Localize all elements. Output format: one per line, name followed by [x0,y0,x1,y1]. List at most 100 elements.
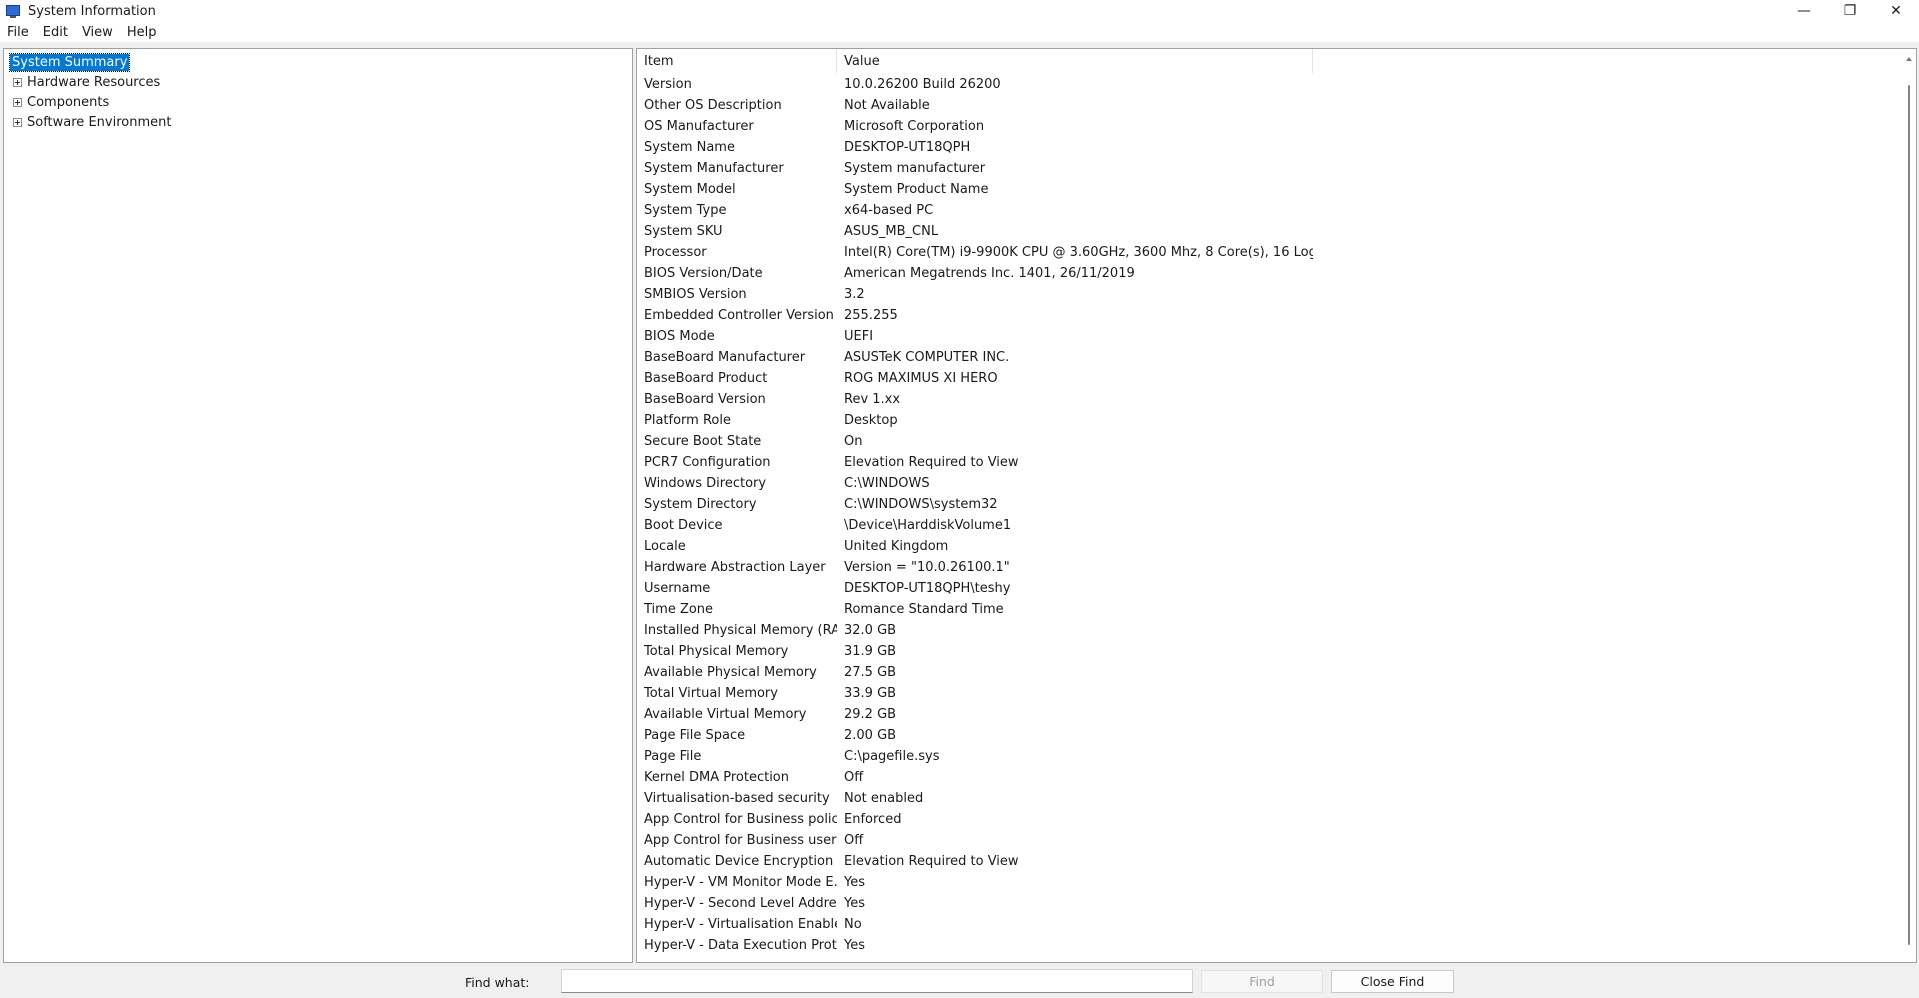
tree-item-software-environment[interactable]: Software Environment [4,112,632,132]
row-value-cell: ROG MAXIMUS XI HERO [844,371,998,386]
table-row[interactable]: BIOS Version/Date American Megatrends Inc… [637,263,1897,284]
row-item-cell: Windows Directory [644,476,767,491]
table-row[interactable]: Total Physical Memory 31.9 GB [637,641,1897,662]
row-item-cell: Total Virtual Memory [644,686,778,701]
table-row[interactable]: Hyper-V - VM Monitor Mode E... Yes [637,872,1897,893]
table-row[interactable]: Locale United Kingdom [637,536,1897,557]
row-item-cell: BIOS Mode [644,329,715,344]
row-item-cell: App Control for Business user ... [644,833,837,848]
row-item-cell: BaseBoard Manufacturer [644,350,806,365]
minimize-button[interactable]: — [1781,0,1827,22]
row-value-cell: American Megatrends Inc. 1401, 26/11/201… [844,266,1135,281]
table-row[interactable]: Page File C:\pagefile.sys [637,746,1897,767]
row-item-cell: Hyper-V - Second Level Addres... [644,896,837,911]
table-row[interactable]: App Control for Business policy Enforced [637,809,1897,830]
row-item-cell: SMBIOS Version [644,287,747,302]
find-what-input[interactable] [561,969,1193,993]
row-item-cell: Total Physical Memory [644,644,789,659]
row-value-cell: DESKTOP-UT18QPH\teshy [844,581,1011,596]
table-row[interactable]: Version 10.0.26200 Build 26200 [637,74,1897,95]
table-row[interactable]: Installed Physical Memory (RAM) 32.0 GB [637,620,1897,641]
table-row[interactable]: System Name DESKTOP-UT18QPH [637,137,1897,158]
row-value-cell: On [844,434,863,449]
table-row[interactable]: Embedded Controller Version 255.255 [637,305,1897,326]
row-item-cell: Available Virtual Memory [644,707,807,722]
row-item-cell: Platform Role [644,413,731,428]
column-header-value[interactable]: Value [837,49,1313,73]
row-value-cell: Yes [844,875,865,890]
table-row[interactable]: System Manufacturer System manufacturer [637,158,1897,179]
table-row[interactable]: App Control for Business user ... Off [637,830,1897,851]
table-row[interactable]: BaseBoard Version Rev 1.xx [637,389,1897,410]
table-row[interactable]: System Model System Product Name [637,179,1897,200]
table-row[interactable]: Boot Device \Device\HarddiskVolume1 [637,515,1897,536]
table-row[interactable]: Other OS Description Not Available [637,95,1897,116]
find-what-label: Find what: [465,975,530,990]
table-row[interactable]: BaseBoard Manufacturer ASUSTeK COMPUTER I… [637,347,1897,368]
category-tree[interactable]: System Summary Hardware Resources Compon… [3,48,633,963]
vertical-scrollbar[interactable] [1899,49,1916,962]
menu-view[interactable]: View [75,25,120,40]
column-header-item[interactable]: Item [637,49,837,73]
table-row[interactable]: Username DESKTOP-UT18QPH\teshy [637,578,1897,599]
table-row[interactable]: PCR7 Configuration Elevation Required to … [637,452,1897,473]
table-row[interactable]: System Directory C:\WINDOWS\system32 [637,494,1897,515]
close-find-button[interactable]: Close Find [1331,970,1454,993]
table-row[interactable]: Hardware Abstraction Layer Version = "10.… [637,557,1897,578]
row-value-cell: Rev 1.xx [844,392,901,407]
table-row[interactable]: Automatic Device Encryption Su... Elevati… [637,851,1897,872]
row-item-cell: BaseBoard Product [644,371,768,386]
row-value-cell: Elevation Required to View [844,455,1019,470]
table-row[interactable]: OS Manufacturer Microsoft Corporation [637,116,1897,137]
find-bar: Find what: Find Close Find [0,964,1919,998]
table-row[interactable]: Page File Space 2.00 GB [637,725,1897,746]
expand-icon[interactable] [13,77,22,87]
restore-button[interactable]: ❐ [1827,0,1873,22]
row-item-cell: BaseBoard Version [644,392,766,407]
row-value-cell: System Product Name [844,182,989,197]
table-row[interactable]: System SKU ASUS_MB_CNL [637,221,1897,242]
table-row[interactable]: Windows Directory C:\WINDOWS [637,473,1897,494]
system-information-icon [6,4,20,18]
scrollbar-thumb[interactable] [1908,85,1910,945]
row-value-cell: \Device\HarddiskVolume1 [844,518,1012,533]
table-row[interactable]: Secure Boot State On [637,431,1897,452]
menu-help[interactable]: Help [120,25,164,40]
table-row[interactable]: Hyper-V - Virtualisation Enable... No [637,914,1897,935]
row-item-cell: Virtualisation-based security [644,791,830,806]
details-list[interactable]: Item Value Version 10.0.26200 Build 26200… [636,48,1917,963]
table-row[interactable]: Platform Role Desktop [637,410,1897,431]
row-value-cell: ASUS_MB_CNL [844,224,939,239]
table-row[interactable]: Available Physical Memory 27.5 GB [637,662,1897,683]
table-row[interactable]: Available Virtual Memory 29.2 GB [637,704,1897,725]
row-item-cell: Other OS Description [644,98,782,113]
row-item-cell: App Control for Business policy [644,812,837,827]
table-row[interactable]: System Type x64-based PC [637,200,1897,221]
menu-edit[interactable]: Edit [36,25,75,40]
table-row[interactable]: Kernel DMA Protection Off [637,767,1897,788]
tree-item-components[interactable]: Components [4,92,632,112]
table-row[interactable]: Time Zone Romance Standard Time [637,599,1897,620]
menu-file[interactable]: File [0,25,36,40]
window-controls: — ❐ ✕ [1781,0,1919,22]
table-row[interactable]: Virtualisation-based security Not enabled [637,788,1897,809]
table-row[interactable]: Hyper-V - Second Level Addres... Yes [637,893,1897,914]
tree-item-hardware-resources[interactable]: Hardware Resources [4,72,632,92]
table-row[interactable]: BIOS Mode UEFI [637,326,1897,347]
row-value-cell: 33.9 GB [844,686,897,701]
close-button[interactable]: ✕ [1873,0,1919,22]
row-value-cell: C:\WINDOWS [844,476,930,491]
expand-icon[interactable] [13,117,22,127]
table-row[interactable]: Processor Intel(R) Core(TM) i9-9900K CPU … [637,242,1897,263]
find-button[interactable]: Find [1201,970,1323,993]
scroll-up-icon[interactable] [1906,57,1912,61]
row-value-cell: DESKTOP-UT18QPH [844,140,971,155]
expand-icon[interactable] [13,97,22,107]
table-row[interactable]: BaseBoard Product ROG MAXIMUS XI HERO [637,368,1897,389]
table-row[interactable]: Hyper-V - Data Execution Prote... Yes [637,935,1897,956]
row-item-cell: Hyper-V - Data Execution Prote... [644,938,837,953]
tree-item-system-summary[interactable]: System Summary [4,52,632,72]
table-row[interactable]: Total Virtual Memory 33.9 GB [637,683,1897,704]
row-item-cell: Page File [644,749,702,764]
table-row[interactable]: SMBIOS Version 3.2 [637,284,1897,305]
